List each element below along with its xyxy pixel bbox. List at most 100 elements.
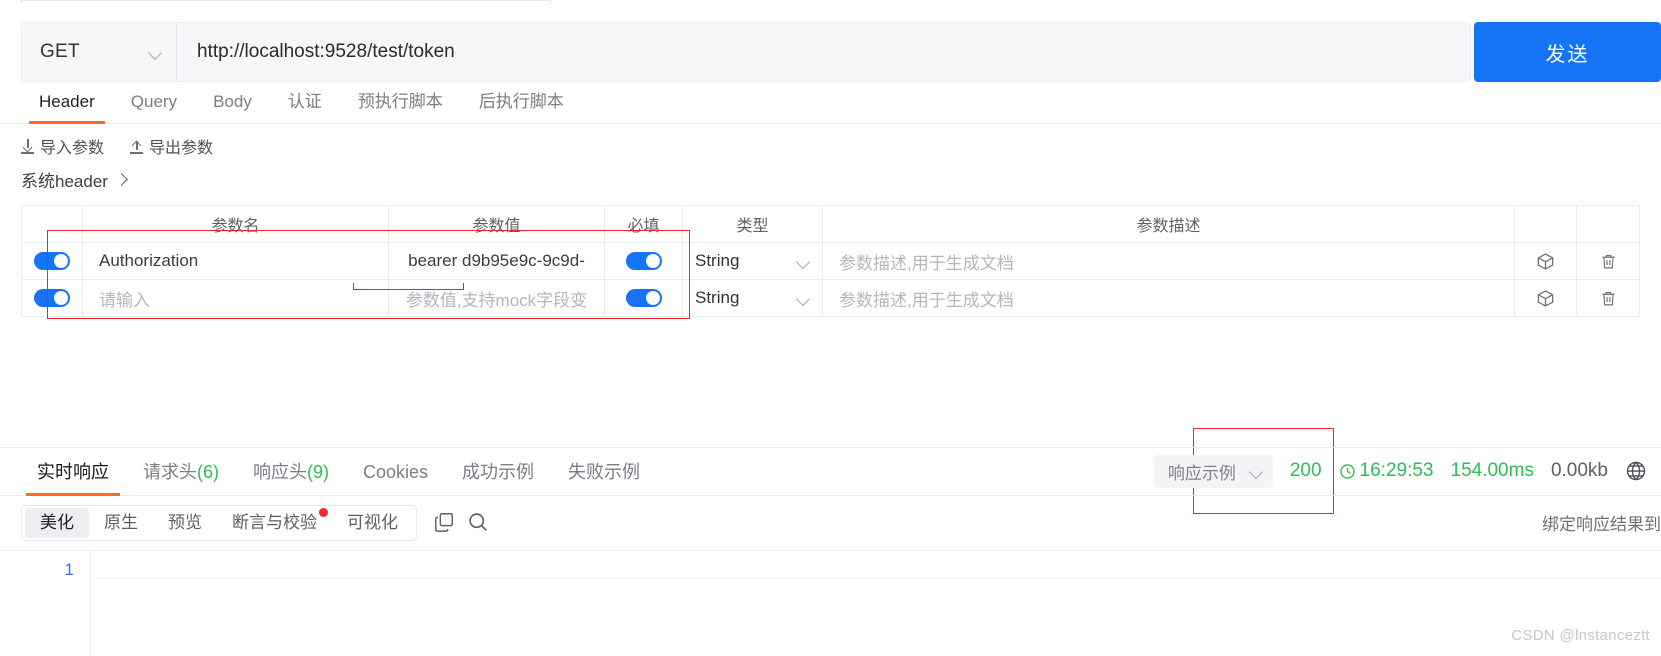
row-enable-toggle[interactable]: [34, 252, 70, 270]
seg-visualize[interactable]: 可视化: [332, 508, 413, 538]
tab-response-headers[interactable]: 响应头(9): [236, 448, 346, 496]
row-delete-button[interactable]: [1577, 280, 1639, 316]
row-type-select[interactable]: String: [683, 280, 823, 316]
header-cell-checkbox: [22, 206, 83, 242]
response-example-value: 响应示例: [1167, 463, 1236, 483]
tab-pre-script[interactable]: 预执行脚本: [340, 87, 461, 123]
chevron-down-icon: [797, 292, 810, 305]
table-row: 请输入 参数值,支持mock字段变 String 参数描述,用于生成文档: [22, 280, 1639, 317]
chevron-right-icon: [117, 174, 127, 184]
tab-strip-remnant: [0, 0, 1661, 7]
response-example-select[interactable]: 响应示例: [1153, 454, 1273, 488]
upload-icon: [130, 139, 145, 154]
trash-icon: [1601, 291, 1615, 305]
row-type-select[interactable]: String: [683, 243, 823, 279]
row-name-placeholder: 请输入: [99, 290, 150, 310]
row-type-value: String: [695, 251, 740, 270]
row-required-toggle[interactable]: [625, 289, 662, 307]
api-client-window: GET 发送 Header Query Body 认证 预执行脚本 后执行脚本 …: [0, 0, 1661, 656]
system-header-group[interactable]: 系统header: [21, 167, 127, 191]
header-cell-required: 必填: [605, 206, 683, 242]
row-value-cell[interactable]: 参数值,支持mock字段变: [389, 280, 605, 316]
row-name-cell[interactable]: 请输入: [83, 280, 389, 316]
tab-realtime-response[interactable]: 实时响应: [20, 448, 126, 496]
row-required-toggle[interactable]: [625, 252, 662, 270]
seg-assertion[interactable]: 断言与校验: [217, 508, 332, 538]
seg-assertion-label: 断言与校验: [232, 513, 317, 532]
header-label-required: 必填: [627, 218, 660, 235]
response-view-segmented: 美化 原生 预览 断言与校验 可视化: [21, 505, 417, 541]
header-label-desc: 参数描述: [1136, 218, 1201, 235]
chevron-down-icon: [1250, 465, 1263, 478]
status-code: 200: [1289, 460, 1322, 481]
editor-active-line: [92, 551, 1661, 579]
response-time: 16:29:53: [1339, 460, 1434, 482]
export-params-label: 导出参数: [149, 140, 214, 157]
response-time-value: 16:29:53: [1359, 460, 1434, 481]
param-toolbar: 导入参数 导出参数: [21, 133, 213, 159]
tab-body[interactable]: Body: [195, 92, 270, 123]
row-value-cell[interactable]: bearer d9b95e9c-9c9d-: [389, 243, 605, 279]
header-label-type: 类型: [736, 218, 769, 235]
row-value-placeholder: 参数值,支持mock字段变: [405, 290, 588, 310]
tab-header[interactable]: Header: [21, 92, 113, 124]
tab-realtime-response-label: 实时响应: [37, 461, 109, 482]
row-enable-toggle[interactable]: [34, 289, 70, 307]
http-method-value: GET: [40, 41, 80, 62]
row-desc-cell[interactable]: 参数描述,用于生成文档: [823, 280, 1515, 316]
bind-response-label[interactable]: 绑定响应结果到: [1542, 510, 1661, 535]
row-enable-cell: [22, 280, 83, 316]
tab-request-headers[interactable]: 请求头(6): [126, 448, 236, 496]
tab-cookies[interactable]: Cookies: [346, 448, 445, 496]
tab-request-headers-count: (6): [197, 461, 219, 482]
row-desc-placeholder: 参数描述,用于生成文档: [839, 253, 1014, 273]
http-method-select[interactable]: GET: [22, 23, 177, 81]
notification-dot-icon: [319, 508, 328, 517]
row-cube-button[interactable]: [1515, 243, 1577, 279]
row-delete-button[interactable]: [1577, 243, 1639, 279]
chevron-down-icon: [797, 255, 810, 268]
params-table: 参数名 参数值 必填 类型 参数描述 Authorization bearer …: [21, 205, 1640, 317]
chevron-down-icon: [149, 46, 162, 59]
editor-code-area[interactable]: [92, 551, 1661, 656]
table-row: Authorization bearer d9b95e9c-9c9d- Stri…: [22, 243, 1639, 280]
tab-post-script[interactable]: 后执行脚本: [461, 87, 582, 123]
import-params-button[interactable]: 导入参数: [21, 133, 104, 159]
row-required-cell: [605, 243, 683, 279]
url-input[interactable]: [177, 23, 1470, 81]
open-tab-remnant[interactable]: [21, 0, 551, 4]
header-label-value: 参数值: [472, 218, 521, 235]
trash-icon: [1601, 254, 1615, 268]
search-icon[interactable]: [467, 511, 489, 533]
tab-response-headers-count: (9): [307, 461, 329, 482]
response-view-toolbar: 美化 原生 预览 断言与校验 可视化 绑定响应结果到: [0, 496, 1661, 550]
tab-query[interactable]: Query: [113, 92, 195, 123]
send-button[interactable]: 发送: [1474, 22, 1661, 82]
row-name-value: Authorization: [99, 251, 199, 270]
globe-icon[interactable]: [1625, 460, 1647, 482]
editor-gutter: 1: [0, 551, 91, 656]
clock-icon: [1339, 463, 1355, 479]
request-tabs: Header Query Body 认证 预执行脚本 后执行脚本: [0, 82, 1661, 124]
row-cube-button[interactable]: [1515, 280, 1577, 316]
response-duration: 154.00ms: [1450, 460, 1534, 481]
row-enable-cell: [22, 243, 83, 279]
header-cell-action1: [1515, 206, 1577, 242]
import-params-label: 导入参数: [40, 140, 105, 157]
response-status-bar: 响应示例 200 16:29:53 154.00ms 0.00kb: [1153, 447, 1647, 495]
export-params-button[interactable]: 导出参数: [130, 133, 213, 159]
copy-icon[interactable]: [433, 511, 455, 533]
seg-beautify[interactable]: 美化: [25, 508, 89, 538]
tab-success-example[interactable]: 成功示例: [445, 448, 551, 496]
tab-auth[interactable]: 认证: [270, 87, 340, 123]
tab-failure-example[interactable]: 失败示例: [551, 448, 657, 496]
row-desc-cell[interactable]: 参数描述,用于生成文档: [823, 243, 1515, 279]
header-cell-action2: [1577, 206, 1639, 242]
seg-raw[interactable]: 原生: [89, 508, 153, 538]
row-required-cell: [605, 280, 683, 316]
cube-icon: [1537, 252, 1554, 270]
seg-preview[interactable]: 预览: [153, 508, 217, 538]
header-label-name: 参数名: [211, 218, 260, 235]
row-name-cell[interactable]: Authorization: [83, 243, 389, 279]
download-icon: [21, 138, 36, 154]
